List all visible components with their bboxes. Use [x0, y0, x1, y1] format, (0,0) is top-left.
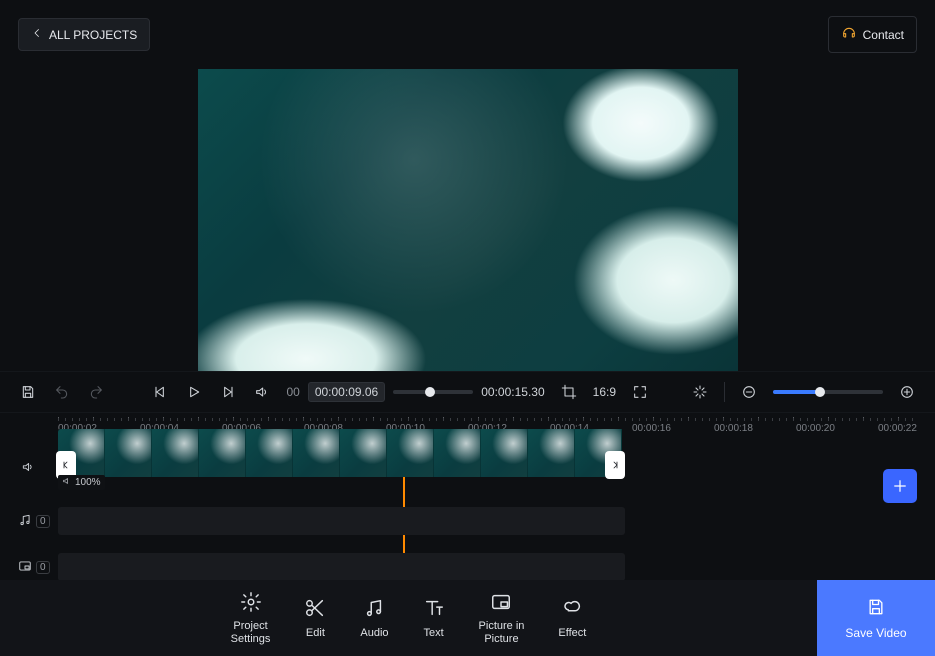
video-preview[interactable] [198, 69, 738, 371]
text-button[interactable]: Text [423, 597, 445, 639]
audio-track-count: 0 [36, 515, 50, 528]
bottom-toolbar: Project Settings Edit Audio Text Picture… [0, 580, 935, 656]
effect-label: Effect [558, 627, 586, 640]
aspect-ratio-label[interactable]: 16:9 [593, 385, 616, 399]
playback-progress[interactable] [393, 390, 473, 394]
save-video-button[interactable]: Save Video [817, 580, 935, 656]
edit-button[interactable]: Edit [304, 597, 326, 639]
pip-icon [18, 559, 32, 576]
timecode-current[interactable]: 00:00:09.06 [308, 382, 385, 402]
clip-handle-right[interactable] [605, 451, 625, 479]
audio-track[interactable] [58, 507, 625, 535]
fullscreen-icon[interactable] [630, 382, 650, 402]
zoom-out-icon[interactable] [739, 382, 759, 402]
text-tool-icon [423, 597, 445, 623]
gear-icon [240, 591, 262, 617]
undo-icon[interactable] [52, 382, 72, 402]
video-clip[interactable] [58, 429, 625, 477]
all-projects-label: ALL PROJECTS [49, 28, 137, 42]
volume-mini-icon [62, 476, 72, 489]
next-frame-icon[interactable] [218, 382, 238, 402]
clip-volume-text: 100% [75, 477, 101, 488]
scissors-icon [304, 597, 326, 623]
ruler-label: 00:00:20 [796, 423, 835, 434]
contact-label: Contact [863, 28, 904, 42]
transport-toolbar: 00 00:00:09.06 00:00:15.30 16:9 [0, 371, 935, 413]
speaker-icon[interactable] [18, 457, 38, 477]
project-settings-button[interactable]: Project Settings [231, 591, 271, 646]
redo-icon[interactable] [86, 382, 106, 402]
timecode-total: 00:00:15.30 [481, 385, 544, 399]
pip-track-count: 0 [36, 561, 50, 574]
zoom-in-icon[interactable] [897, 382, 917, 402]
save-icon[interactable] [18, 382, 38, 402]
ruler-label: 00:00:18 [714, 423, 753, 434]
add-media-button[interactable] [883, 469, 917, 503]
zoom-slider[interactable] [773, 390, 883, 394]
timecode-prefix: 00 [286, 385, 299, 399]
all-projects-button[interactable]: ALL PROJECTS [18, 18, 150, 51]
video-track[interactable]: 00:00:15 100% [58, 443, 917, 491]
crop-icon[interactable] [559, 382, 579, 402]
ruler-label: 00:00:22 [878, 423, 917, 434]
toolbar-divider [724, 382, 725, 402]
audio-button[interactable]: Audio [360, 597, 388, 639]
pip-track[interactable] [58, 553, 625, 581]
text-label: Text [423, 627, 443, 640]
contact-button[interactable]: Contact [828, 16, 917, 53]
effect-icon [561, 597, 583, 623]
play-icon[interactable] [184, 382, 204, 402]
headset-icon [841, 25, 857, 44]
pip-button[interactable]: Picture in Picture [479, 591, 525, 646]
music-icon [363, 597, 385, 623]
pip-label: Picture in Picture [479, 620, 525, 645]
audio-label: Audio [360, 627, 388, 640]
volume-icon[interactable] [252, 382, 272, 402]
save-video-icon [866, 597, 886, 620]
music-icon [18, 513, 32, 530]
chevron-left-icon [31, 27, 43, 42]
clip-volume-badge: 100% [58, 475, 105, 490]
project-settings-label: Project Settings [231, 620, 271, 645]
effect-button[interactable]: Effect [558, 597, 586, 639]
ruler-label: 00:00:16 [632, 423, 671, 434]
prev-frame-icon[interactable] [150, 382, 170, 402]
edit-label: Edit [306, 627, 325, 640]
save-video-label: Save Video [845, 626, 906, 640]
snap-icon[interactable] [690, 382, 710, 402]
pip-tool-icon [490, 591, 512, 617]
